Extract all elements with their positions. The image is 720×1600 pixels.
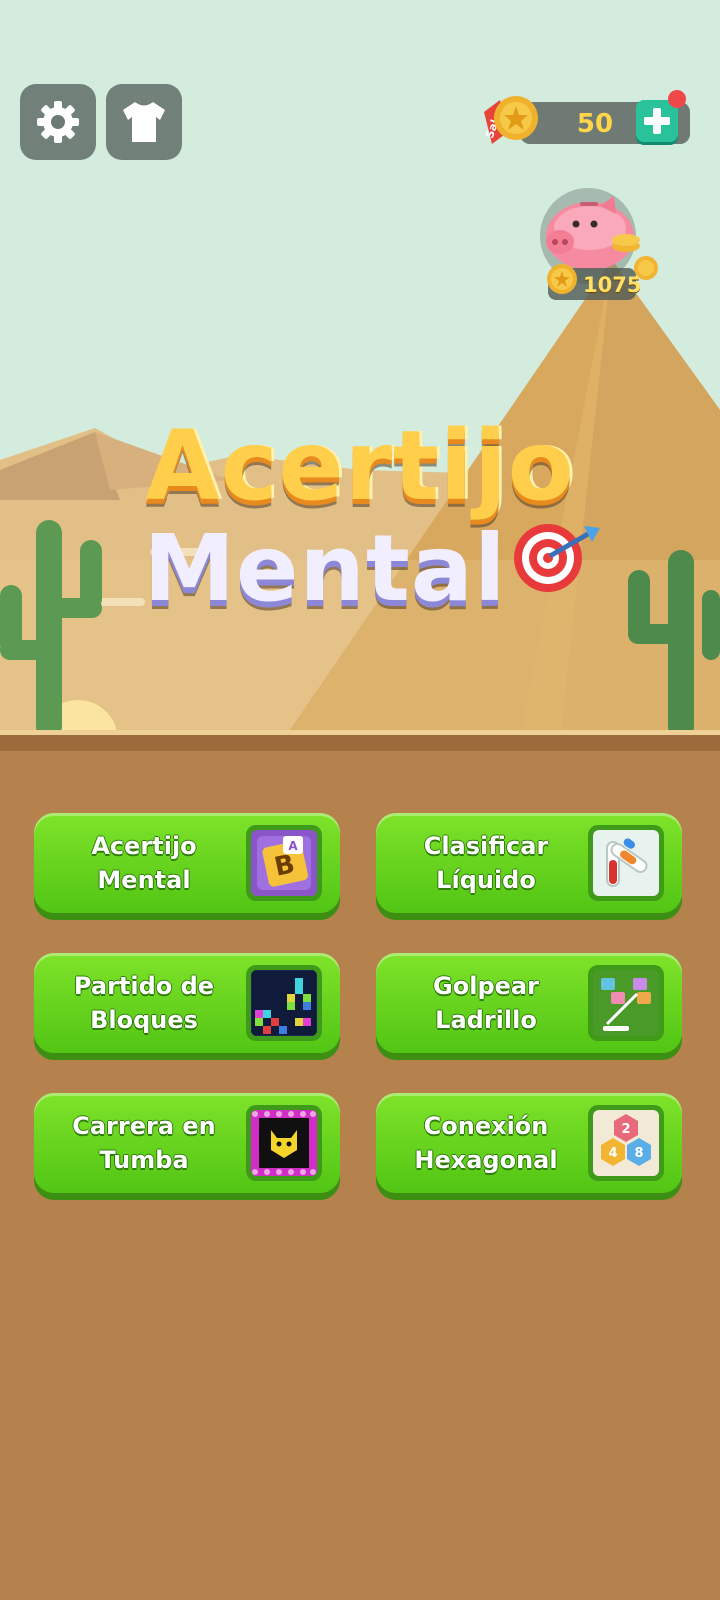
game-label: Conexión Hexagonal xyxy=(414,1112,558,1174)
game-button-carrera-en-tumba[interactable]: Carrera en Tumba xyxy=(34,1093,340,1193)
test-tube-icon xyxy=(593,830,659,896)
game-button-conexion-hexagonal[interactable]: Conexión Hexagonal 2 4 8 xyxy=(376,1093,682,1193)
piggy-bank-count: 1075 xyxy=(583,273,642,297)
game-button-golpear-ladrillo[interactable]: Golpear Ladrillo xyxy=(376,953,682,1053)
game-label: Partido de Bloques xyxy=(73,972,215,1034)
ground-edge xyxy=(0,735,720,751)
coin-count: 50 xyxy=(576,109,614,139)
svg-text:8: 8 xyxy=(634,1146,643,1161)
coin-icon xyxy=(547,264,577,294)
gear-icon xyxy=(37,101,79,143)
notification-dot xyxy=(668,90,686,108)
game-label: Carrera en Tumba xyxy=(72,1112,216,1174)
game-thumbnail xyxy=(246,965,322,1041)
game-thumbnail: 2 4 8 xyxy=(588,1105,664,1181)
svg-text:2: 2 xyxy=(621,1122,630,1137)
block-grid-icon xyxy=(251,970,317,1036)
sale-coin-icon: Sale xyxy=(483,96,538,144)
game-thumbnail xyxy=(588,825,664,901)
game-thumbnail: B A xyxy=(246,825,322,901)
cat-maze-icon xyxy=(251,1110,317,1176)
letter-tile-icon: B A xyxy=(251,830,317,896)
brick-breaker-icon xyxy=(593,970,659,1036)
svg-text:A: A xyxy=(288,839,298,853)
title-line-1: Acertijo xyxy=(145,410,575,522)
game-thumbnail xyxy=(246,1105,322,1181)
game-label: Acertijo Mental xyxy=(91,832,197,894)
game-thumbnail xyxy=(588,965,664,1041)
dartboard-icon xyxy=(514,524,600,592)
game-label: Clasificar Líquido xyxy=(423,832,549,894)
game-button-clasificar-liquido[interactable]: Clasificar Líquido xyxy=(376,813,682,913)
settings-button[interactable] xyxy=(20,84,96,160)
svg-text:4: 4 xyxy=(608,1146,617,1161)
game-label: Golpear Ladrillo xyxy=(433,972,539,1034)
hexagon-numbers-icon: 2 4 8 xyxy=(593,1110,659,1176)
shirt-icon xyxy=(123,102,165,142)
shop-button[interactable] xyxy=(106,84,182,160)
game-button-acertijo-mental[interactable]: Acertijo Mental B A xyxy=(34,813,340,913)
game-button-partido-de-bloques[interactable]: Partido de Bloques xyxy=(34,953,340,1053)
